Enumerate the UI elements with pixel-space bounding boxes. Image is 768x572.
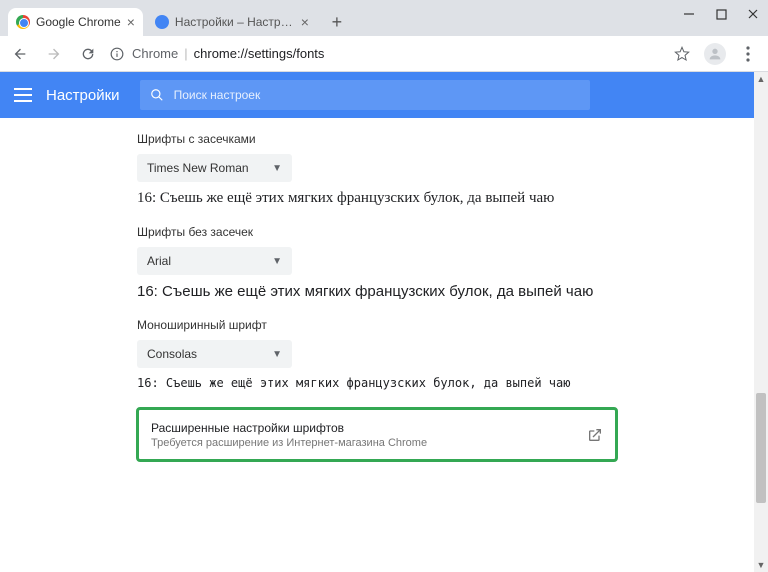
window-controls — [682, 0, 760, 28]
settings-favicon-icon — [155, 15, 169, 29]
hamburger-menu-button[interactable] — [14, 88, 32, 102]
bookmark-button[interactable] — [670, 42, 694, 66]
serif-font-section: Шрифты с засечками Times New Roman ▼ 16:… — [137, 132, 617, 207]
close-window-button[interactable] — [746, 7, 760, 21]
sans-font-dropdown[interactable]: Arial ▼ — [137, 247, 292, 275]
chrome-info-icon — [110, 47, 124, 61]
settings-card: Шрифты с засечками Times New Roman ▼ 16:… — [137, 118, 617, 572]
serif-sample-text: 16: Съешь же ещё этих мягких французских… — [137, 190, 617, 207]
new-tab-button[interactable]: + — [325, 10, 349, 34]
forward-button[interactable] — [42, 42, 66, 66]
scroll-thumb[interactable] — [756, 393, 766, 503]
search-input[interactable] — [174, 88, 580, 102]
window-title-bar: Google Chrome × Настройки – Настроить шр… — [0, 0, 768, 36]
back-button[interactable] — [8, 42, 32, 66]
browser-toolbar: Chrome | chrome://settings/fonts — [0, 36, 768, 72]
ext-subtitle: Требуется расширение из Интернет-магазин… — [151, 437, 427, 449]
mono-font-dropdown[interactable]: Consolas ▼ — [137, 340, 292, 368]
dropdown-value: Times New Roman — [147, 161, 249, 175]
browser-tab-1[interactable]: Google Chrome × — [8, 8, 143, 36]
ext-title: Расширенные настройки шрифтов — [151, 421, 427, 435]
tab-close-icon[interactable]: × — [301, 15, 309, 29]
advanced-font-settings-link[interactable]: Расширенные настройки шрифтов Требуется … — [137, 408, 617, 461]
sans-sample-text: 16: Съешь же ещё этих мягких французских… — [137, 283, 617, 300]
maximize-button[interactable] — [714, 7, 728, 21]
dropdown-value: Consolas — [147, 347, 197, 361]
content-row: Настройки Шрифты с засечками Times New R… — [0, 72, 768, 572]
chevron-down-icon: ▼ — [272, 349, 282, 360]
tab-title: Google Chrome — [36, 15, 121, 29]
scroll-down-icon[interactable]: ▼ — [757, 558, 766, 572]
url-path: chrome://settings/fonts — [194, 46, 325, 61]
settings-search[interactable] — [140, 80, 590, 110]
sans-font-section: Шрифты без засечек Arial ▼ 16: Съешь же … — [137, 225, 617, 300]
tab-title: Настройки – Настроить шрифт... — [175, 15, 295, 29]
serif-label: Шрифты с засечками — [137, 132, 617, 146]
chrome-favicon-icon — [16, 15, 30, 29]
settings-header: Настройки — [0, 72, 754, 118]
sans-label: Шрифты без засечек — [137, 225, 617, 239]
mono-font-section: Моноширинный шрифт Consolas ▼ 16: Съешь … — [137, 318, 617, 390]
page-title: Настройки — [46, 87, 120, 104]
minimize-button[interactable] — [682, 7, 696, 21]
settings-pane[interactable]: Шрифты с засечками Times New Roman ▼ 16:… — [0, 118, 754, 572]
url-scheme-label: Chrome — [132, 46, 178, 61]
serif-font-dropdown[interactable]: Times New Roman ▼ — [137, 154, 292, 182]
menu-button[interactable] — [736, 46, 760, 62]
scroll-track[interactable] — [754, 86, 768, 558]
reload-button[interactable] — [76, 42, 100, 66]
search-icon — [150, 88, 164, 102]
content-wrapper: Настройки Шрифты с засечками Times New R… — [0, 72, 754, 572]
chevron-down-icon: ▼ — [272, 256, 282, 267]
external-link-icon — [587, 427, 603, 443]
mono-label: Моноширинный шрифт — [137, 318, 617, 332]
browser-tab-2[interactable]: Настройки – Настроить шрифт... × — [147, 8, 317, 36]
profile-avatar[interactable] — [704, 43, 726, 65]
page-scrollbar[interactable]: ▲ ▼ — [754, 72, 768, 572]
chevron-down-icon: ▼ — [272, 163, 282, 174]
address-bar[interactable]: Chrome | chrome://settings/fonts — [110, 46, 660, 61]
mono-sample-text: 16: Съешь же ещё этих мягких французских… — [137, 376, 617, 390]
tab-close-icon[interactable]: × — [127, 15, 135, 29]
url-divider: | — [184, 46, 187, 61]
scroll-up-icon[interactable]: ▲ — [757, 72, 766, 86]
dropdown-value: Arial — [147, 254, 171, 268]
ext-text-block: Расширенные настройки шрифтов Требуется … — [151, 421, 427, 449]
